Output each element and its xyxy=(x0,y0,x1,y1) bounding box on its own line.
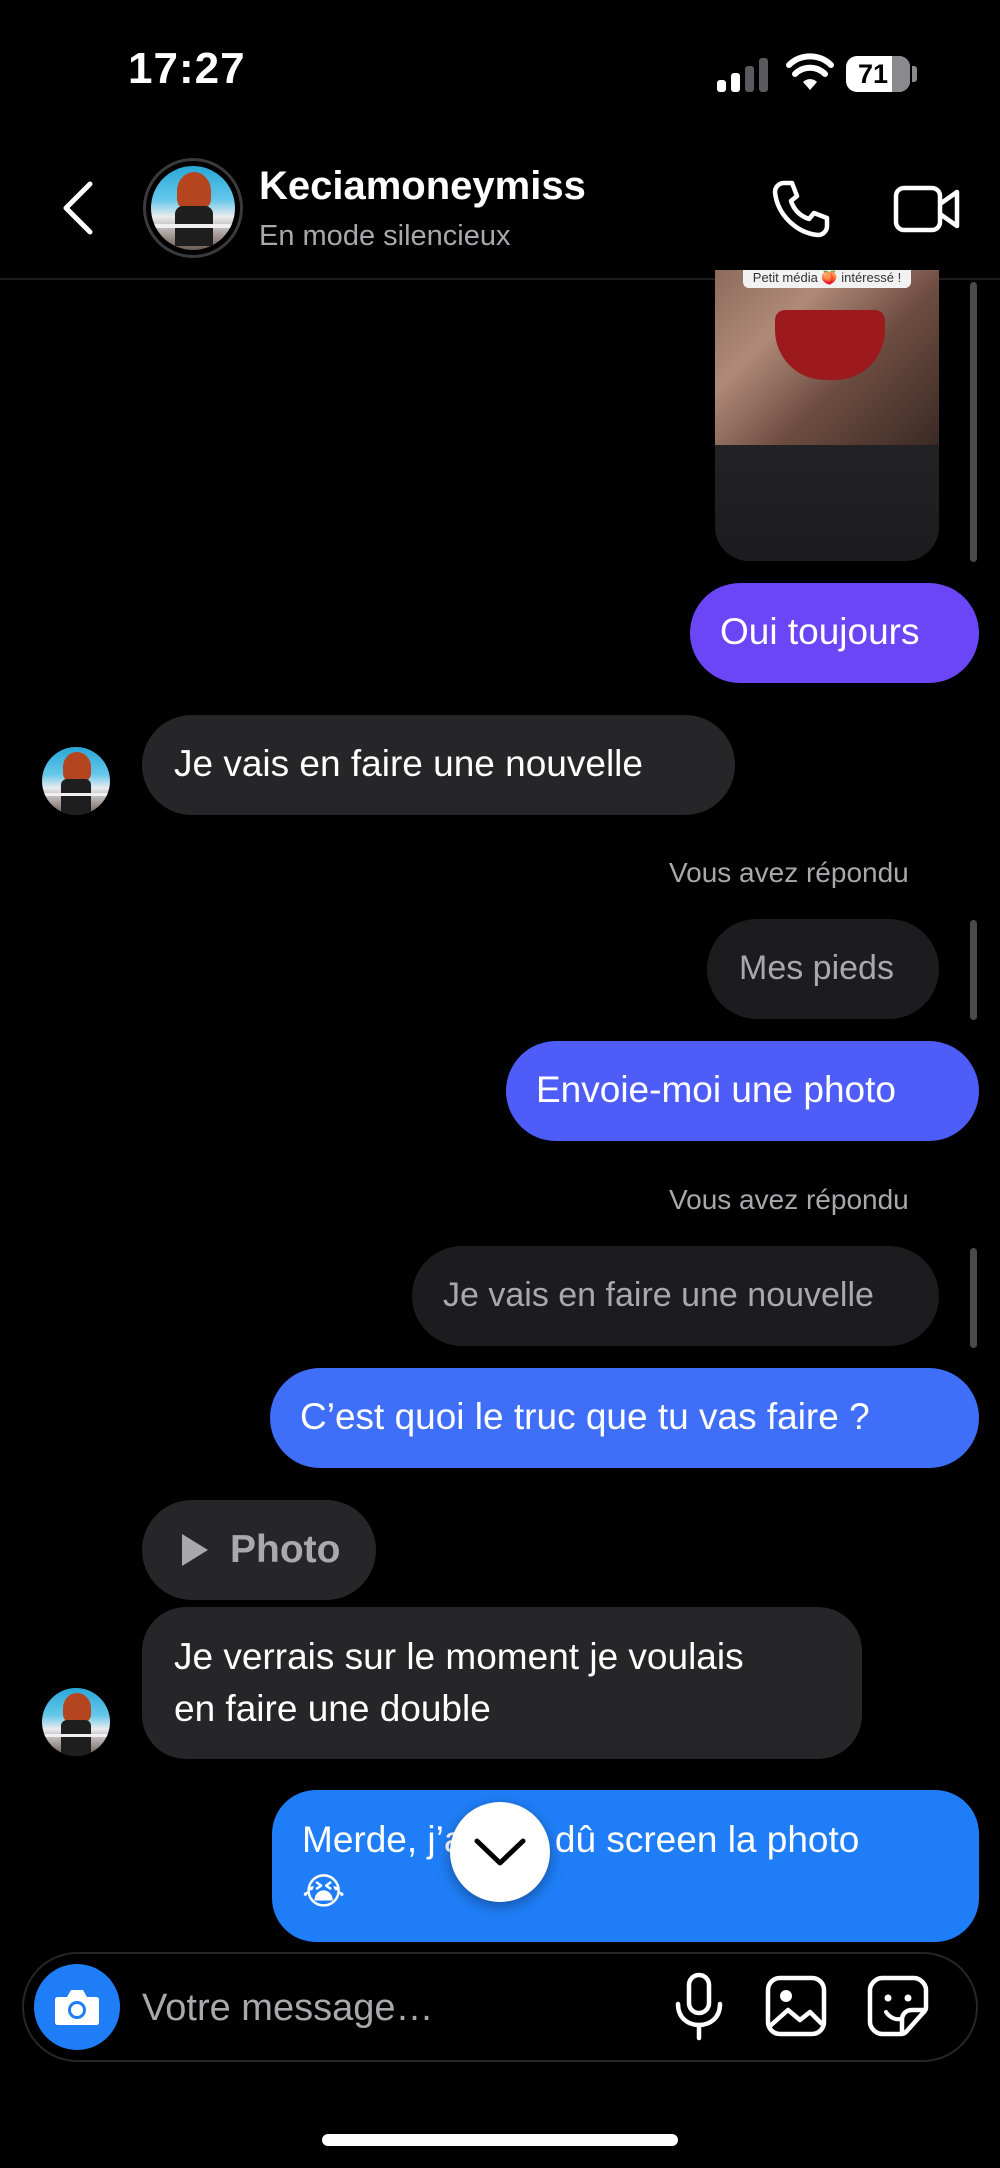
replied-to-preview[interactable]: Mes pieds xyxy=(707,919,939,1019)
message-text-line: Je verrais sur le moment je voulais xyxy=(174,1636,744,1677)
message-bubble-outgoing[interactable]: Merde, j’aurais dû screen la photo 😭 xyxy=(272,1790,979,1942)
camera-icon xyxy=(55,1990,99,2025)
phone-icon[interactable] xyxy=(770,178,832,240)
shared-media-card[interactable]: Petit média 🍑 intéressé ! xyxy=(715,270,939,561)
message-text-line: en faire une double xyxy=(174,1688,491,1729)
chevron-down-icon xyxy=(474,1838,526,1866)
message-input[interactable] xyxy=(142,1978,642,2038)
message-bubble-outgoing[interactable]: Envoie-moi une photo xyxy=(506,1041,979,1141)
replied-to-preview[interactable]: Je vais en faire une nouvelle xyxy=(412,1246,939,1346)
status-time: 17:27 xyxy=(128,44,246,93)
avatar-image xyxy=(151,166,235,250)
video-camera-icon[interactable] xyxy=(893,180,961,238)
battery-tip xyxy=(912,66,917,82)
sticker-icon[interactable] xyxy=(866,1974,930,2038)
chevron-left-icon[interactable] xyxy=(58,178,98,238)
message-text-line: 😭 xyxy=(302,1871,346,1912)
sender-avatar[interactable] xyxy=(42,747,110,815)
play-icon xyxy=(182,1534,208,1566)
photo-attachment[interactable]: Photo xyxy=(142,1500,376,1600)
message-bubble-outgoing[interactable]: C’est quoi le truc que tu vas faire ? xyxy=(270,1368,979,1468)
contact-status: En mode silencieux xyxy=(259,220,511,252)
battery-icon: 71 xyxy=(846,56,910,92)
camera-button[interactable] xyxy=(34,1964,120,2050)
contact-name[interactable]: Keciamoneymiss xyxy=(259,164,586,209)
message-bubble-outgoing[interactable]: Oui toujours xyxy=(690,583,979,683)
photo-attachment-label: Photo xyxy=(230,1528,341,1571)
replied-label: Vous avez répondu xyxy=(669,1184,909,1215)
scroll-to-bottom-button[interactable] xyxy=(450,1802,550,1902)
media-caption: Petit média 🍑 intéressé ! xyxy=(743,270,911,288)
message-bubble-incoming[interactable]: Je verrais sur le moment je voulais en f… xyxy=(142,1607,862,1759)
shared-media-image: Petit média 🍑 intéressé ! xyxy=(715,270,939,445)
replied-label: Vous avez répondu xyxy=(669,857,909,888)
message-text-line: Merde, j’aurais dû screen la photo xyxy=(302,1819,860,1860)
cellular-signal-icon xyxy=(717,58,769,92)
reply-scroll-indicator xyxy=(970,1248,977,1348)
sender-avatar[interactable] xyxy=(42,1688,110,1756)
scrollbar-track-top xyxy=(970,282,977,562)
battery-level: 71 xyxy=(857,58,889,89)
contact-avatar[interactable] xyxy=(143,158,243,258)
reply-scroll-indicator xyxy=(970,920,977,1020)
gallery-icon[interactable] xyxy=(764,1974,828,2038)
message-bubble-incoming[interactable]: Je vais en faire une nouvelle xyxy=(142,715,735,815)
wifi-icon xyxy=(786,53,834,90)
home-indicator[interactable] xyxy=(322,2134,678,2146)
microphone-icon[interactable] xyxy=(670,1972,728,2042)
